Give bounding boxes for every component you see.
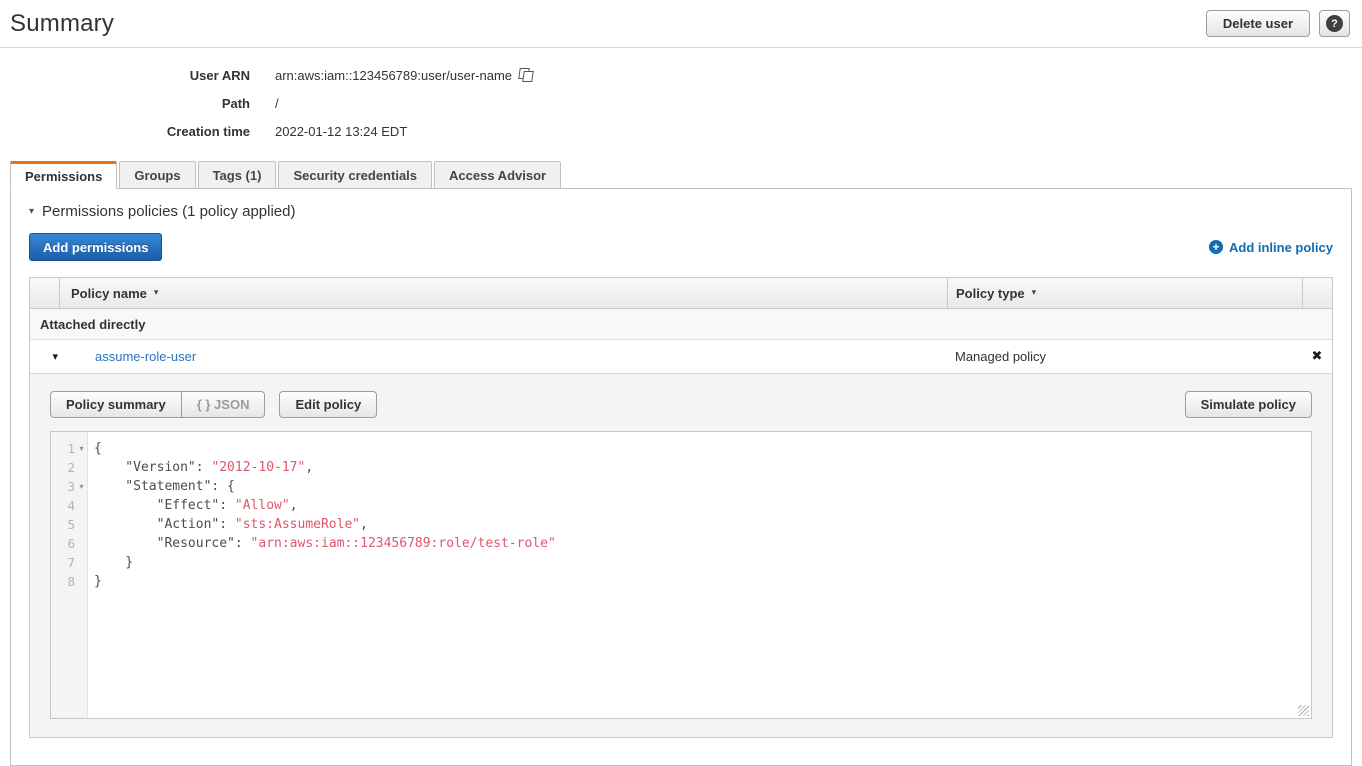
policy-type-value: Managed policy: [947, 349, 1302, 364]
add-inline-policy-link[interactable]: + Add inline policy: [1209, 240, 1333, 255]
edit-policy-button[interactable]: Edit policy: [279, 391, 377, 418]
page-title: Summary: [10, 10, 114, 38]
sort-icon: ▾: [154, 288, 159, 298]
line-number: 3: [53, 477, 75, 496]
editor-line: 1▾ {: [51, 439, 1311, 458]
editor-line: 8 }: [51, 572, 1311, 591]
path-value: /: [275, 96, 279, 111]
policy-table-row: ▾ assume-role-user Managed policy ✖: [30, 340, 1332, 374]
permissions-policies-title: Permissions policies (1 policy applied): [42, 203, 295, 220]
add-permissions-button[interactable]: Add permissions: [29, 233, 162, 261]
editor-resize-handle[interactable]: [1298, 705, 1309, 716]
policy-summary-button[interactable]: Policy summary: [50, 391, 182, 418]
help-icon: ?: [1326, 15, 1343, 32]
editor-line: 2 "Version": "2012-10-17",: [51, 458, 1311, 477]
detail-row-creation-time: Creation time 2022-01-12 13:24 EDT: [0, 117, 1362, 145]
column-header-policy-type[interactable]: Policy type ▾: [947, 278, 1302, 308]
tab-permissions[interactable]: Permissions: [10, 161, 117, 189]
editor-line: 4 "Effect": "Allow",: [51, 496, 1311, 515]
policy-detail-panel: Policy summary { } JSON Edit policy Simu…: [30, 374, 1332, 737]
delete-user-button[interactable]: Delete user: [1206, 10, 1310, 37]
editor-line: 6 "Resource": "arn:aws:iam::123456789:ro…: [51, 534, 1311, 553]
disclosure-icon: ▾: [29, 206, 34, 217]
tab-security-credentials[interactable]: Security credentials: [278, 161, 432, 189]
title-actions: Delete user ?: [1206, 10, 1350, 37]
line-number: 5: [53, 515, 75, 534]
tab-bar: Permissions Groups Tags (1) Security cre…: [0, 161, 1362, 189]
tab-access-advisor[interactable]: Access Advisor: [434, 161, 561, 189]
policy-actions-row: Add permissions + Add inline policy: [29, 233, 1333, 261]
permissions-policies-section-toggle[interactable]: ▾ Permissions policies (1 policy applied…: [29, 203, 1333, 220]
policy-table: Policy name ▾ Policy type ▾ Attached dir…: [29, 277, 1333, 738]
tab-tags[interactable]: Tags (1): [198, 161, 277, 189]
line-number: 1: [53, 439, 75, 458]
policy-table-header: Policy name ▾ Policy type ▾: [30, 278, 1332, 309]
permissions-tab-panel: ▾ Permissions policies (1 policy applied…: [10, 188, 1352, 766]
group-row-attached-directly: Attached directly: [30, 309, 1332, 340]
sort-icon: ▾: [1032, 288, 1037, 298]
detail-row-path: Path /: [0, 89, 1362, 117]
detail-label: User ARN: [0, 68, 250, 83]
line-number: 8: [53, 572, 75, 591]
help-button[interactable]: ?: [1319, 10, 1350, 37]
detail-row-user-arn: User ARN arn:aws:iam::123456789:user/use…: [0, 61, 1362, 89]
policy-name-link[interactable]: assume-role-user: [95, 349, 196, 364]
remove-policy-icon[interactable]: ✖: [1312, 349, 1323, 364]
policy-viewer-buttons: Policy summary { } JSON Edit policy Simu…: [50, 391, 1312, 418]
simulate-policy-button[interactable]: Simulate policy: [1185, 391, 1312, 418]
json-view-button[interactable]: { } JSON: [182, 391, 266, 418]
user-arn-value: arn:aws:iam::123456789:user/user-name: [275, 68, 512, 83]
expand-column-header: [30, 278, 59, 308]
detail-label: Creation time: [0, 124, 250, 139]
line-number: 4: [53, 496, 75, 515]
user-details: User ARN arn:aws:iam::123456789:user/use…: [0, 61, 1362, 145]
creation-time-value: 2022-01-12 13:24 EDT: [275, 124, 407, 139]
title-bar: Summary Delete user ?: [0, 0, 1362, 48]
action-column-header: [1302, 278, 1332, 308]
line-number: 6: [53, 534, 75, 553]
plus-icon: +: [1209, 240, 1223, 254]
copy-icon[interactable]: [519, 68, 534, 83]
fold-icon[interactable]: ▾: [79, 477, 83, 496]
fold-icon[interactable]: ▾: [79, 439, 83, 458]
line-number: 7: [53, 553, 75, 572]
line-number: 2: [53, 458, 75, 477]
tab-groups[interactable]: Groups: [119, 161, 195, 189]
column-header-policy-name[interactable]: Policy name ▾: [59, 278, 947, 308]
detail-label: Path: [0, 96, 250, 111]
editor-line: 3▾ "Statement": {: [51, 477, 1311, 496]
editor-line: 7 }: [51, 553, 1311, 572]
policy-json-editor[interactable]: 1▾ { 2 "Version": "2012-10-17", 3▾ "Stat…: [50, 431, 1312, 719]
editor-line: 5 "Action": "sts:AssumeRole",: [51, 515, 1311, 534]
